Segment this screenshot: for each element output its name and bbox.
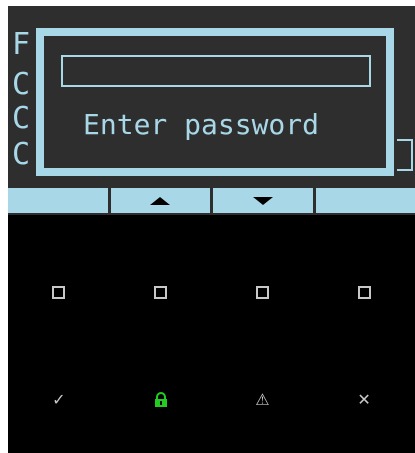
square-icon xyxy=(52,285,66,299)
lock-button[interactable] xyxy=(110,380,212,420)
lcd-line-1: F xyxy=(12,27,31,62)
arrow-down-icon xyxy=(252,196,273,205)
lock-icon xyxy=(154,392,167,407)
key-f1[interactable] xyxy=(8,272,110,312)
dialog-message: Enter password xyxy=(83,108,320,141)
warning-icon: ⚠ xyxy=(255,390,270,409)
lcd-line-3: C xyxy=(12,101,31,136)
keypad-row-1 xyxy=(8,272,415,312)
keypad-row-2: ✓ ⚠ ✕ xyxy=(8,380,415,420)
cancel-button[interactable]: ✕ xyxy=(313,380,415,420)
softkey-4[interactable] xyxy=(315,188,415,213)
password-field[interactable] xyxy=(61,55,371,87)
dialog-body: Enter password xyxy=(44,36,386,168)
softkey-up[interactable] xyxy=(110,188,210,213)
device-panel: F C C C Enter password ✓ ⚠ ✕ xyxy=(8,6,415,453)
close-icon: ✕ xyxy=(357,390,371,409)
lcd-right-frame xyxy=(397,139,413,171)
arrow-up-icon xyxy=(150,196,171,205)
square-icon xyxy=(357,285,371,299)
lcd-line-2: C xyxy=(12,67,31,102)
softkey-bar xyxy=(8,188,415,213)
key-f4[interactable] xyxy=(313,272,415,312)
square-icon xyxy=(154,285,168,299)
key-f3[interactable] xyxy=(212,272,314,312)
lcd-screen: F C C C Enter password xyxy=(8,6,415,215)
alarm-button[interactable]: ⚠ xyxy=(212,380,314,420)
ok-button[interactable]: ✓ xyxy=(8,380,110,420)
lcd-line-4: C xyxy=(12,137,31,172)
key-f2[interactable] xyxy=(110,272,212,312)
password-dialog: Enter password xyxy=(36,28,394,176)
check-icon: ✓ xyxy=(52,390,66,409)
softkey-1[interactable] xyxy=(8,188,108,213)
softkey-down[interactable] xyxy=(213,188,313,213)
square-icon xyxy=(255,285,269,299)
